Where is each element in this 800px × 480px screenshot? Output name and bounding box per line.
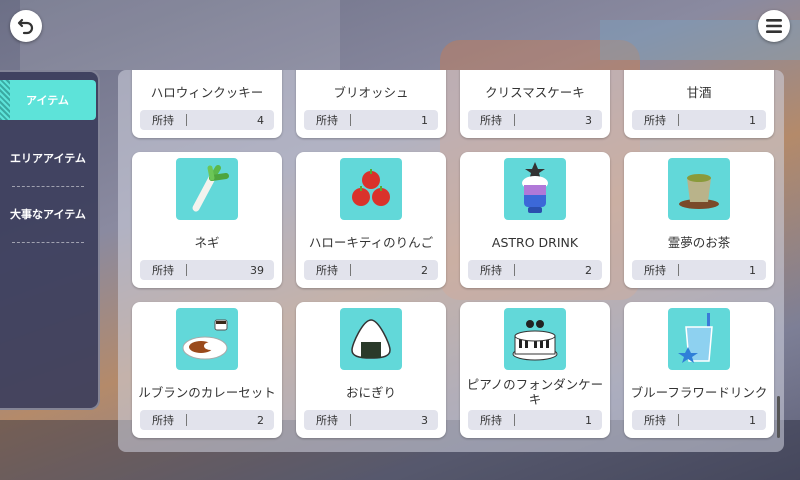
item-name: ハロウィンクッキー — [150, 84, 264, 100]
item-name: ネギ — [194, 234, 220, 250]
qty-value: 1 — [749, 113, 756, 127]
tab-stripe — [0, 80, 10, 120]
qty-label: 所持 — [152, 414, 174, 427]
qty-value: 4 — [257, 113, 264, 127]
qty-value: 1 — [749, 413, 756, 427]
qty-value: 3 — [585, 113, 592, 127]
tab-items[interactable]: アイテム — [0, 80, 96, 120]
qty-label: 所持 — [644, 414, 666, 427]
tab-key-items[interactable]: 大事なアイテム — [0, 194, 96, 234]
item-list-panel: ハロウィンクッキー 所持 4 ブリオッシュ 所持 1 クリスマスケーキ 所持 3… — [118, 70, 784, 452]
qty-label: 所持 — [316, 264, 338, 277]
tab-label: 大事なアイテム — [10, 208, 86, 221]
divider — [12, 242, 84, 243]
qty-value: 39 — [250, 263, 264, 277]
quantity-bar: 所持 3 — [304, 410, 438, 430]
category-sidebar: アイテム エリアアイテム 大事なアイテム — [0, 70, 100, 410]
item-name: ASTRO DRINK — [491, 234, 579, 250]
qty-label: 所持 — [644, 114, 666, 127]
quantity-bar: 所持 2 — [140, 410, 274, 430]
scrollbar[interactable] — [777, 396, 780, 438]
tab-area-items[interactable]: エリアアイテム — [0, 138, 96, 178]
item-card[interactable]: ASTRO DRINK 所持 2 — [460, 152, 610, 288]
item-name: 霊夢のお茶 — [667, 234, 731, 250]
item-name: ピアノのフォンダンケーキ — [466, 377, 604, 407]
quantity-bar: 所持 3 — [468, 110, 602, 130]
back-button[interactable] — [10, 10, 42, 42]
item-card[interactable]: ピアノのフォンダンケーキ 所持 1 — [460, 302, 610, 438]
blue-flower-drink-icon — [668, 308, 730, 370]
qty-value: 1 — [421, 113, 428, 127]
item-card[interactable]: ブリオッシュ 所持 1 — [296, 70, 446, 138]
green-onion-icon — [176, 158, 238, 220]
item-card[interactable]: 甘酒 所持 1 — [624, 70, 774, 138]
qty-value: 2 — [421, 263, 428, 277]
qty-value: 1 — [585, 413, 592, 427]
tab-label: エリアアイテム — [10, 152, 86, 165]
item-name: ブルーフラワードリンク — [630, 384, 768, 400]
item-card[interactable]: ネギ 所持 39 — [132, 152, 282, 288]
qty-label: 所持 — [480, 264, 502, 277]
hamburger-menu-icon — [766, 19, 782, 33]
item-name: ブリオッシュ — [333, 84, 409, 100]
qty-value: 1 — [749, 263, 756, 277]
qty-label: 所持 — [316, 414, 338, 427]
qty-value: 2 — [585, 263, 592, 277]
quantity-bar: 所持 1 — [632, 260, 766, 280]
quantity-bar: 所持 39 — [140, 260, 274, 280]
piano-fondant-cake-icon — [504, 308, 566, 370]
qty-label: 所持 — [152, 114, 174, 127]
quantity-bar: 所持 1 — [632, 110, 766, 130]
qty-label: 所持 — [152, 264, 174, 277]
item-name: おにぎり — [345, 384, 396, 400]
item-name: ルブランのカレーセット — [138, 384, 276, 400]
quantity-bar: 所持 2 — [468, 260, 602, 280]
green-tea-icon — [668, 158, 730, 220]
item-card[interactable]: ハローキティのりんご 所持 2 — [296, 152, 446, 288]
apples-icon — [340, 158, 402, 220]
curry-set-icon — [176, 308, 238, 370]
item-card[interactable]: 霊夢のお茶 所持 1 — [624, 152, 774, 288]
item-card[interactable]: おにぎり 所持 3 — [296, 302, 446, 438]
item-card[interactable]: ブルーフラワードリンク 所持 1 — [624, 302, 774, 438]
item-name: 甘酒 — [686, 84, 712, 100]
quantity-bar: 所持 1 — [632, 410, 766, 430]
qty-label: 所持 — [644, 264, 666, 277]
astro-drink-icon — [504, 158, 566, 220]
qty-value: 2 — [257, 413, 264, 427]
qty-label: 所持 — [480, 414, 502, 427]
quantity-bar: 所持 1 — [304, 110, 438, 130]
item-card[interactable]: ハロウィンクッキー 所持 4 — [132, 70, 282, 138]
item-card[interactable]: ルブランのカレーセット 所持 2 — [132, 302, 282, 438]
item-name: クリスマスケーキ — [485, 84, 585, 100]
tab-label: アイテム — [26, 94, 69, 107]
quantity-bar: 所持 4 — [140, 110, 274, 130]
qty-value: 3 — [421, 413, 428, 427]
menu-button[interactable] — [758, 10, 790, 42]
quantity-bar: 所持 2 — [304, 260, 438, 280]
onigiri-icon — [340, 308, 402, 370]
item-card[interactable]: クリスマスケーキ 所持 3 — [460, 70, 610, 138]
qty-label: 所持 — [316, 114, 338, 127]
qty-label: 所持 — [480, 114, 502, 127]
divider — [12, 186, 84, 187]
quantity-bar: 所持 1 — [468, 410, 602, 430]
back-arrow-icon — [17, 18, 34, 35]
item-name: ハローキティのりんご — [308, 234, 434, 250]
